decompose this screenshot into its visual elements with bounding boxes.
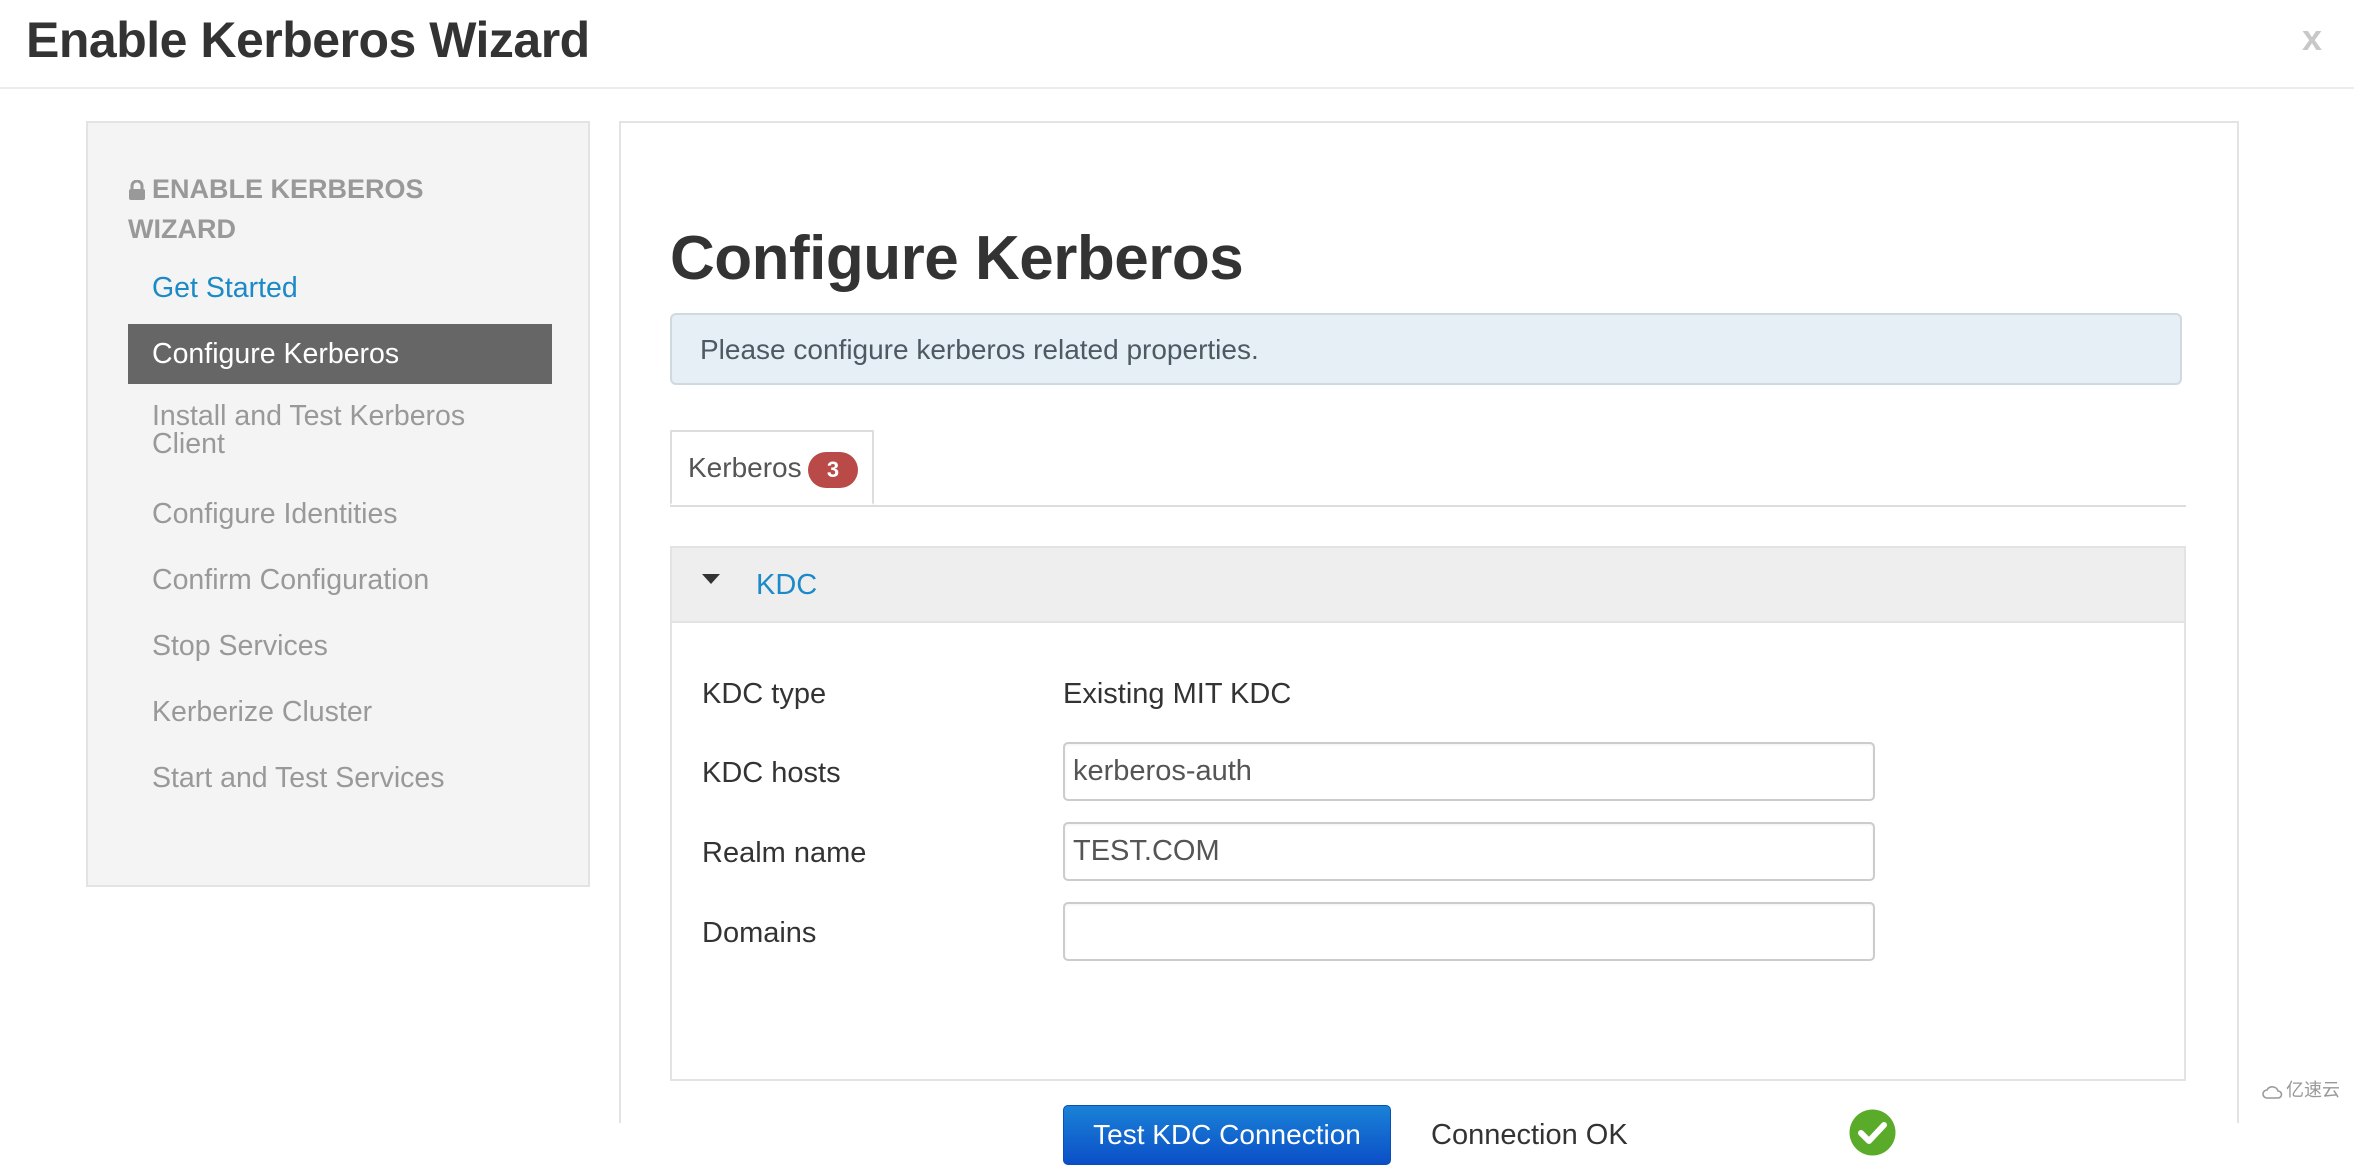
check-circle-icon bbox=[1849, 1109, 1896, 1156]
sidebar-item-confirm-configuration: Confirm Configuration bbox=[152, 564, 430, 596]
kdc-type-label: KDC type bbox=[702, 678, 827, 710]
sidebar-item-start-test-services: Start and Test Services bbox=[152, 762, 445, 794]
sidebar-item-configure-identities: Configure Identities bbox=[152, 498, 398, 530]
page-title: Configure Kerberos bbox=[670, 224, 1244, 293]
info-text: Please configure kerberos related proper… bbox=[700, 334, 1259, 365]
main-panel: Configure Kerberos Please configure kerb… bbox=[619, 121, 2239, 1165]
lock-icon bbox=[128, 171, 146, 200]
kdc-hosts-label: KDC hosts bbox=[702, 757, 841, 789]
kdc-type-value: Existing MIT KDC bbox=[1063, 678, 1292, 710]
domains-label: Domains bbox=[702, 917, 817, 949]
cloud-icon bbox=[2262, 1086, 2283, 1099]
kdc-section: KDC KDC type Existing MIT KDC KDC hosts … bbox=[670, 546, 2186, 1165]
caret-down-icon[interactable] bbox=[702, 574, 720, 584]
sidebar-item-kerberize-cluster: Kerberize Cluster bbox=[152, 696, 373, 728]
info-alert: Please configure kerberos related proper… bbox=[670, 313, 2182, 385]
sidebar-heading-text: ENABLE KERBEROS WIZARD bbox=[128, 174, 424, 244]
watermark: 亿速云 bbox=[2262, 1079, 2340, 1101]
sidebar-heading: ENABLE KERBEROS WIZARD bbox=[128, 169, 488, 249]
watermark-text: 亿速云 bbox=[2286, 1080, 2340, 1100]
sidebar-item-get-started[interactable]: Get Started bbox=[128, 273, 552, 303]
wizard-steps-sidebar: ENABLE KERBEROS WIZARD Get Started Confi… bbox=[86, 121, 590, 887]
sidebar-item-stop-services: Stop Services bbox=[152, 630, 328, 662]
wizard-header: Enable Kerberos Wizard x bbox=[0, 0, 2354, 89]
sidebar-item-install-test-client: Install and Test Kerberos Client bbox=[152, 400, 466, 460]
domains-input[interactable] bbox=[1063, 902, 1875, 961]
close-button[interactable]: x bbox=[2302, 16, 2322, 60]
tab-label: Kerberos bbox=[688, 452, 802, 483]
config-tabs: Kerberos 3 bbox=[670, 430, 2186, 507]
kdc-section-title[interactable]: KDC bbox=[756, 568, 817, 602]
kdc-section-header[interactable]: KDC bbox=[672, 548, 2184, 623]
connection-status-text: Connection OK bbox=[1431, 1119, 1628, 1151]
tab-kerberos[interactable]: Kerberos 3 bbox=[670, 430, 874, 505]
sidebar-item-configure-kerberos[interactable]: Configure Kerberos bbox=[128, 324, 552, 384]
kdc-hosts-input[interactable] bbox=[1063, 742, 1875, 801]
realm-name-label: Realm name bbox=[702, 837, 867, 869]
issues-count-badge: 3 bbox=[808, 452, 858, 488]
wizard-title: Enable Kerberos Wizard bbox=[26, 12, 590, 68]
test-kdc-connection-button[interactable]: Test KDC Connection bbox=[1063, 1105, 1391, 1165]
realm-name-input[interactable] bbox=[1063, 822, 1875, 881]
